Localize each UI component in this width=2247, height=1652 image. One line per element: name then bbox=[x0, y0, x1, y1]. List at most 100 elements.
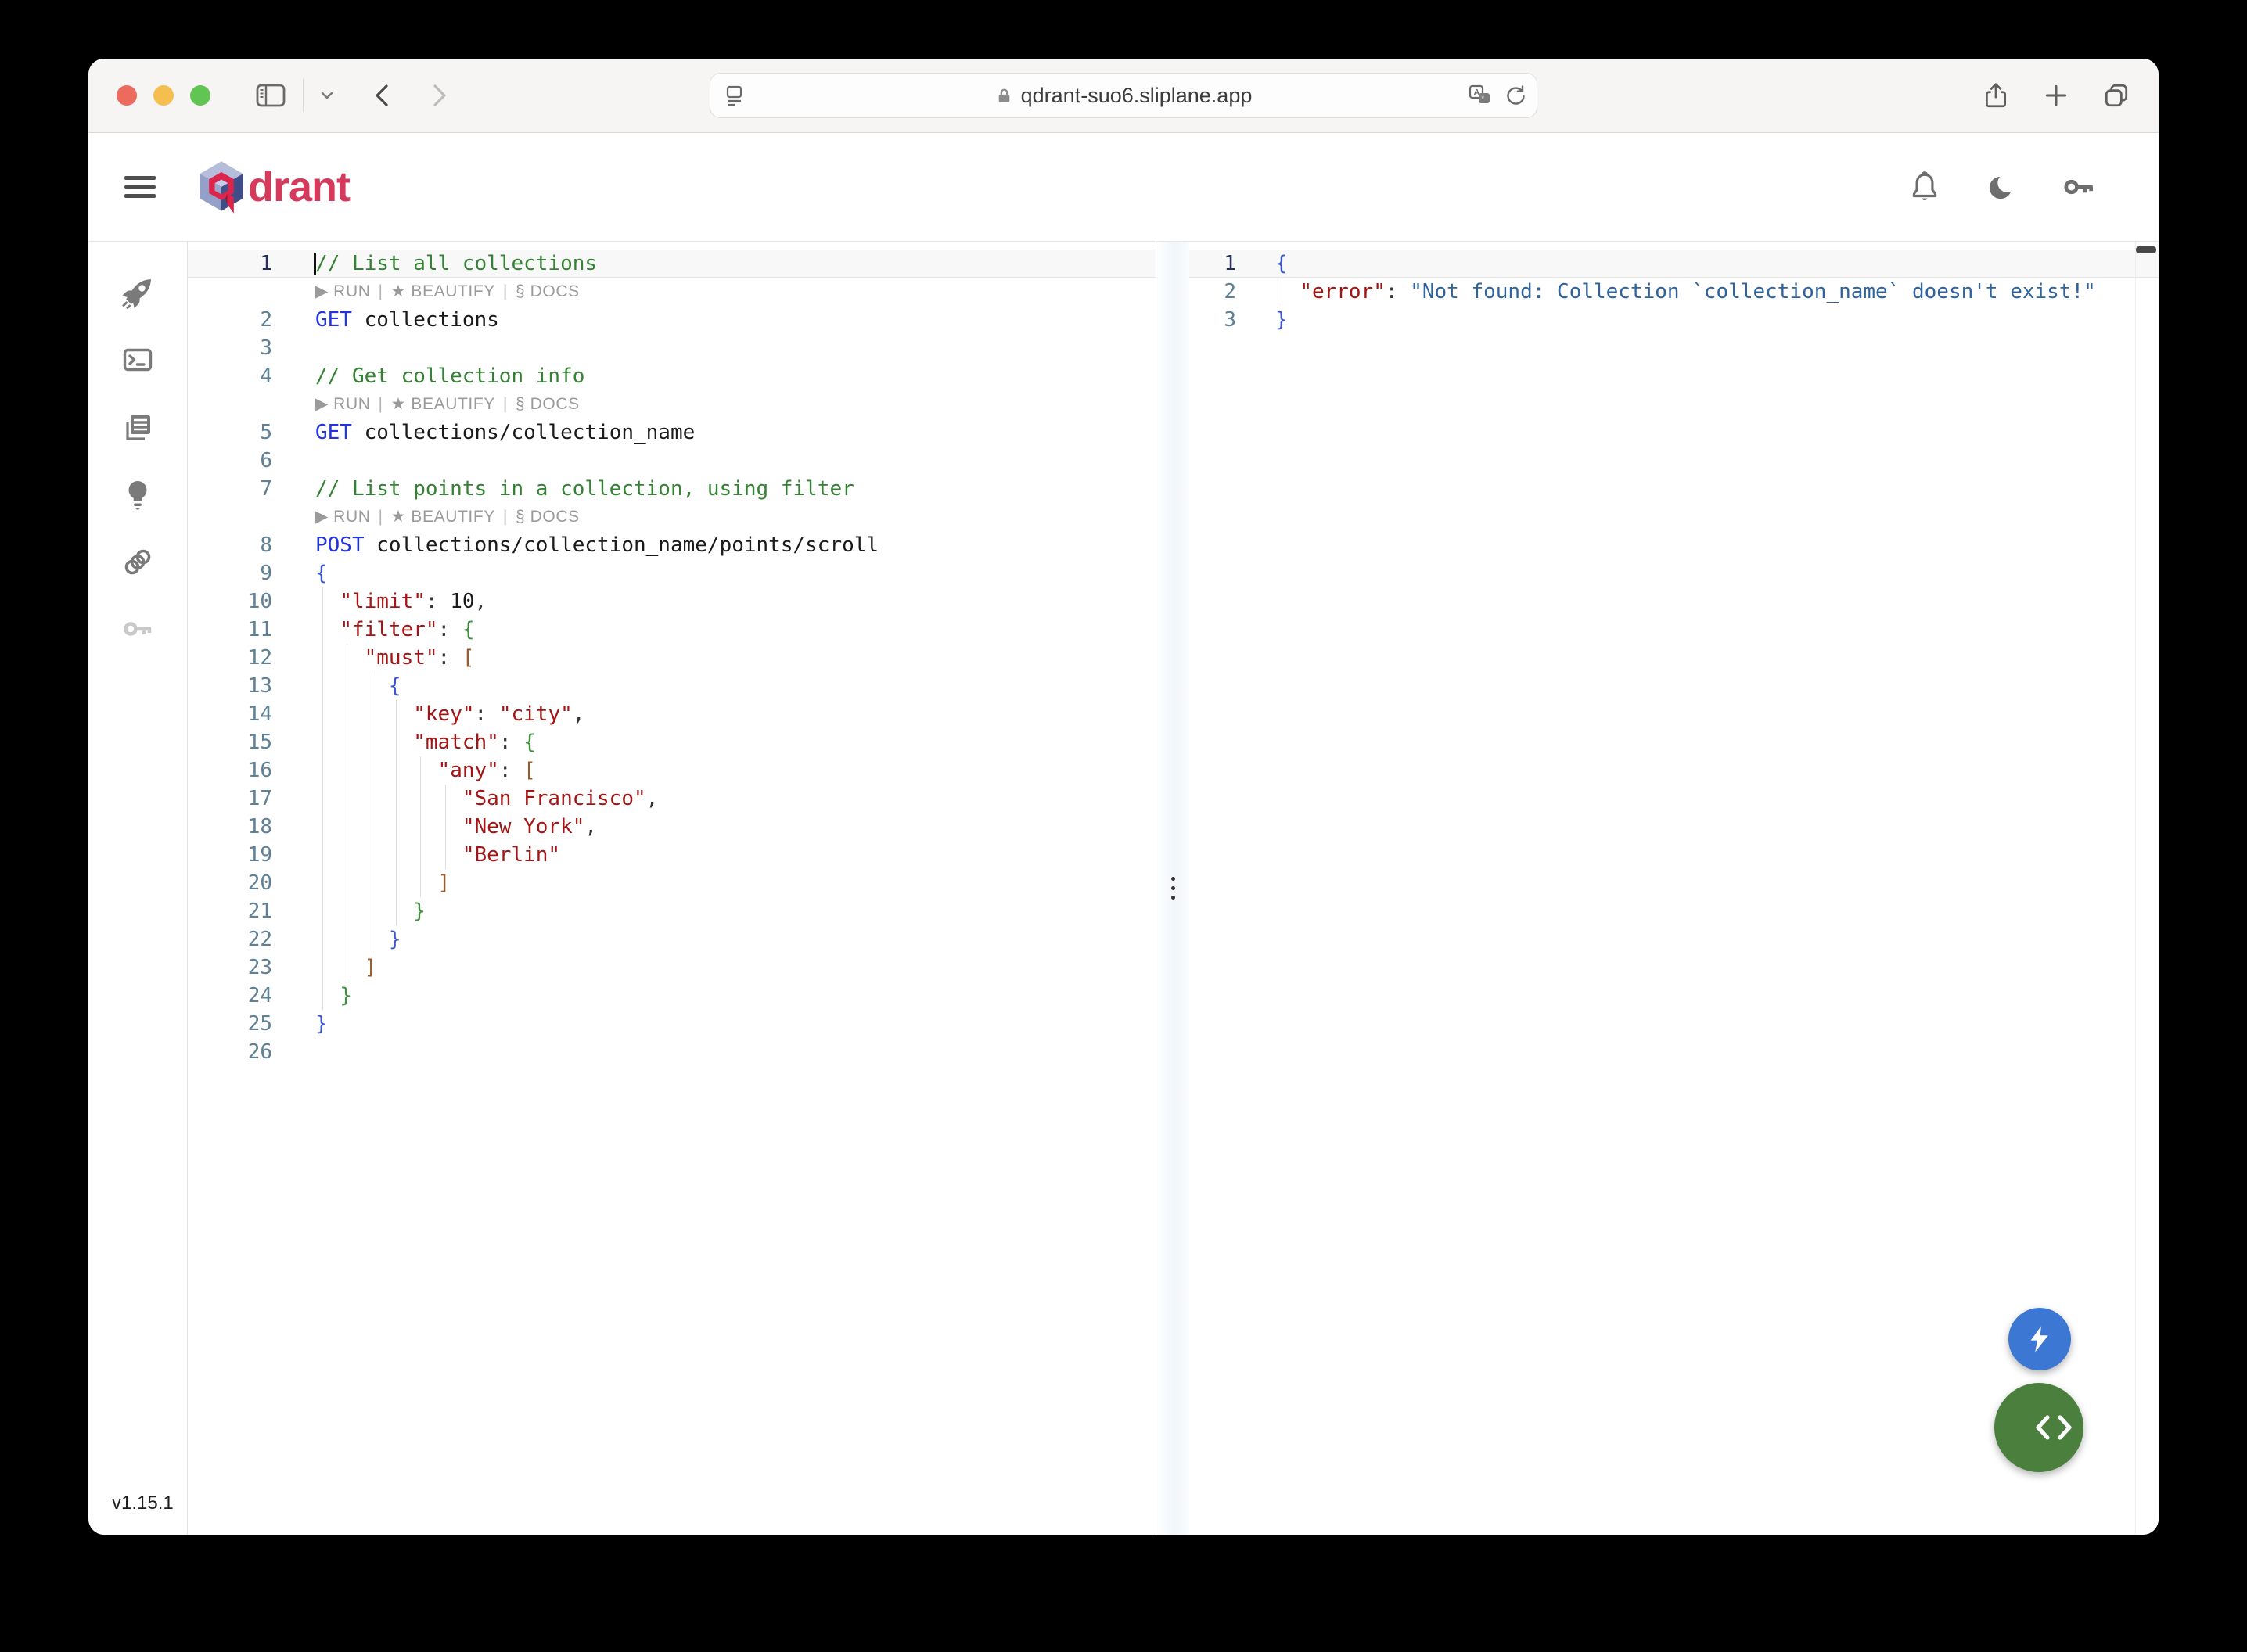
code-line-content[interactable]: // List points in a collection, using fi… bbox=[282, 475, 1156, 503]
code-line-content[interactable]: "key": "city", bbox=[282, 700, 1156, 728]
code-line-content[interactable]: "error": "Not found: Collection `collect… bbox=[1246, 278, 2159, 306]
code-line[interactable]: 17 "San Francisco", bbox=[188, 785, 1156, 813]
tab-overview-button[interactable] bbox=[2102, 81, 2130, 110]
code-line[interactable]: 23 ] bbox=[188, 953, 1156, 982]
new-tab-button[interactable] bbox=[2043, 82, 2069, 109]
code-line[interactable]: 7// List points in a collection, using f… bbox=[188, 475, 1156, 503]
sidebar-menu-button[interactable] bbox=[319, 88, 335, 103]
code-line-content[interactable] bbox=[282, 334, 1156, 362]
code-line[interactable]: 14 "key": "city", bbox=[188, 700, 1156, 728]
sidebar-item-tutorial[interactable] bbox=[120, 476, 156, 512]
code-line-content[interactable]: { bbox=[282, 672, 1156, 700]
sidebar-item-datasets[interactable] bbox=[120, 544, 156, 580]
code-line-content[interactable]: // Get collection info bbox=[282, 362, 1156, 390]
indent-guide bbox=[420, 813, 421, 841]
code-line-content[interactable]: "limit": 10, bbox=[282, 587, 1156, 616]
code-line[interactable]: 11 "filter": { bbox=[188, 616, 1156, 644]
code-line-content[interactable]: } bbox=[282, 982, 1156, 1010]
code-line[interactable]: 3} bbox=[1189, 306, 2159, 334]
menu-button[interactable] bbox=[124, 176, 156, 198]
indent-guide bbox=[396, 728, 397, 756]
code-line-content[interactable]: GET collections/collection_name bbox=[282, 418, 1156, 447]
notifications-button[interactable] bbox=[1907, 169, 1943, 205]
code-line[interactable]: 12 "must": [ bbox=[188, 644, 1156, 672]
code-line-content[interactable]: "any": [ bbox=[282, 756, 1156, 785]
forward-button[interactable] bbox=[429, 82, 451, 109]
code-line-content[interactable]: "Berlin" bbox=[282, 841, 1156, 869]
code-line[interactable]: 2GET collections bbox=[188, 306, 1156, 334]
code-line[interactable]: 25} bbox=[188, 1010, 1156, 1038]
code-line-content[interactable]: } bbox=[282, 897, 1156, 925]
docs-button[interactable]: § DOCS bbox=[516, 503, 580, 531]
code-line[interactable]: 3 bbox=[188, 334, 1156, 362]
back-button[interactable] bbox=[371, 82, 393, 109]
code-samples-fab[interactable] bbox=[1994, 1383, 2083, 1472]
run-all-fab[interactable] bbox=[2008, 1308, 2071, 1370]
code-line[interactable]: 6 bbox=[188, 447, 1156, 475]
beautify-button[interactable]: ★ BEAUTIFY bbox=[391, 503, 495, 531]
code-line[interactable]: 19 "Berlin" bbox=[188, 841, 1156, 869]
code-line-content[interactable] bbox=[282, 447, 1156, 475]
code-line-content[interactable]: "filter": { bbox=[282, 616, 1156, 644]
code-line-content[interactable]: ] bbox=[282, 869, 1156, 897]
reload-icon[interactable] bbox=[1504, 84, 1527, 111]
code-line-content[interactable]: { bbox=[1246, 250, 2159, 278]
run-button[interactable]: ▶ RUN bbox=[315, 390, 370, 418]
code-line-content[interactable]: "New York", bbox=[282, 813, 1156, 841]
desktop: { "browser": { "url": "qdrant-suo6.slipl… bbox=[0, 0, 2247, 1652]
code-line[interactable]: 2 "error": "Not found: Collection `colle… bbox=[1189, 278, 2159, 306]
code-line-content[interactable]: } bbox=[282, 1010, 1156, 1038]
address-bar[interactable]: qdrant-suo6.sliplane.app A * bbox=[710, 73, 1537, 118]
code-line[interactable]: 1// List all collections bbox=[188, 250, 1156, 278]
sidebar-item-console[interactable] bbox=[120, 342, 156, 378]
docs-button[interactable]: § DOCS bbox=[516, 278, 580, 306]
code-line-content[interactable] bbox=[282, 1038, 1156, 1066]
code-line-content[interactable]: } bbox=[282, 925, 1156, 953]
code-line-content[interactable]: } bbox=[1246, 306, 2159, 334]
code-line[interactable]: 24 } bbox=[188, 982, 1156, 1010]
code-line-content[interactable]: { bbox=[282, 559, 1156, 587]
share-button[interactable] bbox=[1982, 81, 2010, 110]
translate-icon[interactable]: A * bbox=[1468, 84, 1493, 111]
code-line-content[interactable]: "San Francisco", bbox=[282, 785, 1156, 813]
beautify-button[interactable]: ★ BEAUTIFY bbox=[391, 278, 495, 306]
code-line[interactable]: 1{ bbox=[1189, 250, 2159, 278]
code-line-content[interactable]: ] bbox=[282, 953, 1156, 982]
beautify-button[interactable]: ★ BEAUTIFY bbox=[391, 390, 495, 418]
dark-mode-toggle[interactable] bbox=[1983, 169, 2019, 205]
run-button[interactable]: ▶ RUN bbox=[315, 503, 370, 531]
docs-button[interactable]: § DOCS bbox=[516, 390, 580, 418]
code-line-content[interactable]: "must": [ bbox=[282, 644, 1156, 672]
sidebar-item-collections[interactable] bbox=[120, 409, 156, 445]
pane-resizer[interactable] bbox=[1156, 242, 1189, 1535]
code-line-content[interactable]: "match": { bbox=[282, 728, 1156, 756]
code-line[interactable]: 13 { bbox=[188, 672, 1156, 700]
code-line[interactable]: 21 } bbox=[188, 897, 1156, 925]
run-button[interactable]: ▶ RUN bbox=[315, 278, 370, 306]
code-line[interactable]: 8POST collections/collection_name/points… bbox=[188, 531, 1156, 559]
code-line[interactable]: 9{ bbox=[188, 559, 1156, 587]
code-line[interactable]: 26 bbox=[188, 1038, 1156, 1066]
code-line[interactable]: 15 "match": { bbox=[188, 728, 1156, 756]
code-line-content[interactable]: // List all collections bbox=[282, 250, 1156, 278]
minimize-window-button[interactable] bbox=[153, 85, 174, 106]
sidebar-item-welcome[interactable] bbox=[120, 275, 156, 311]
code-line[interactable]: 18 "New York", bbox=[188, 813, 1156, 841]
close-window-button[interactable] bbox=[117, 85, 137, 106]
scrollbar-thumb[interactable] bbox=[2136, 246, 2156, 253]
code-line[interactable]: 16 "any": [ bbox=[188, 756, 1156, 785]
code-line[interactable]: 4// Get collection info bbox=[188, 362, 1156, 390]
sidebar-item-access-tokens[interactable] bbox=[120, 611, 156, 647]
api-key-button[interactable] bbox=[2060, 169, 2098, 205]
reader-icon[interactable] bbox=[723, 84, 748, 113]
code-line[interactable]: 5GET collections/collection_name bbox=[188, 418, 1156, 447]
code-line[interactable]: 22 } bbox=[188, 925, 1156, 953]
code-line[interactable]: 20 ] bbox=[188, 869, 1156, 897]
zoom-window-button[interactable] bbox=[190, 85, 210, 106]
line-number: 3 bbox=[1189, 306, 1246, 334]
request-editor[interactable]: 1// List all collections▶ RUN|★ BEAUTIFY… bbox=[188, 242, 1156, 1535]
code-line-content[interactable]: POST collections/collection_name/points/… bbox=[282, 531, 1156, 559]
code-line[interactable]: 10 "limit": 10, bbox=[188, 587, 1156, 616]
sidebar-toggle-button[interactable] bbox=[254, 81, 287, 110]
code-line-content[interactable]: GET collections bbox=[282, 306, 1156, 334]
